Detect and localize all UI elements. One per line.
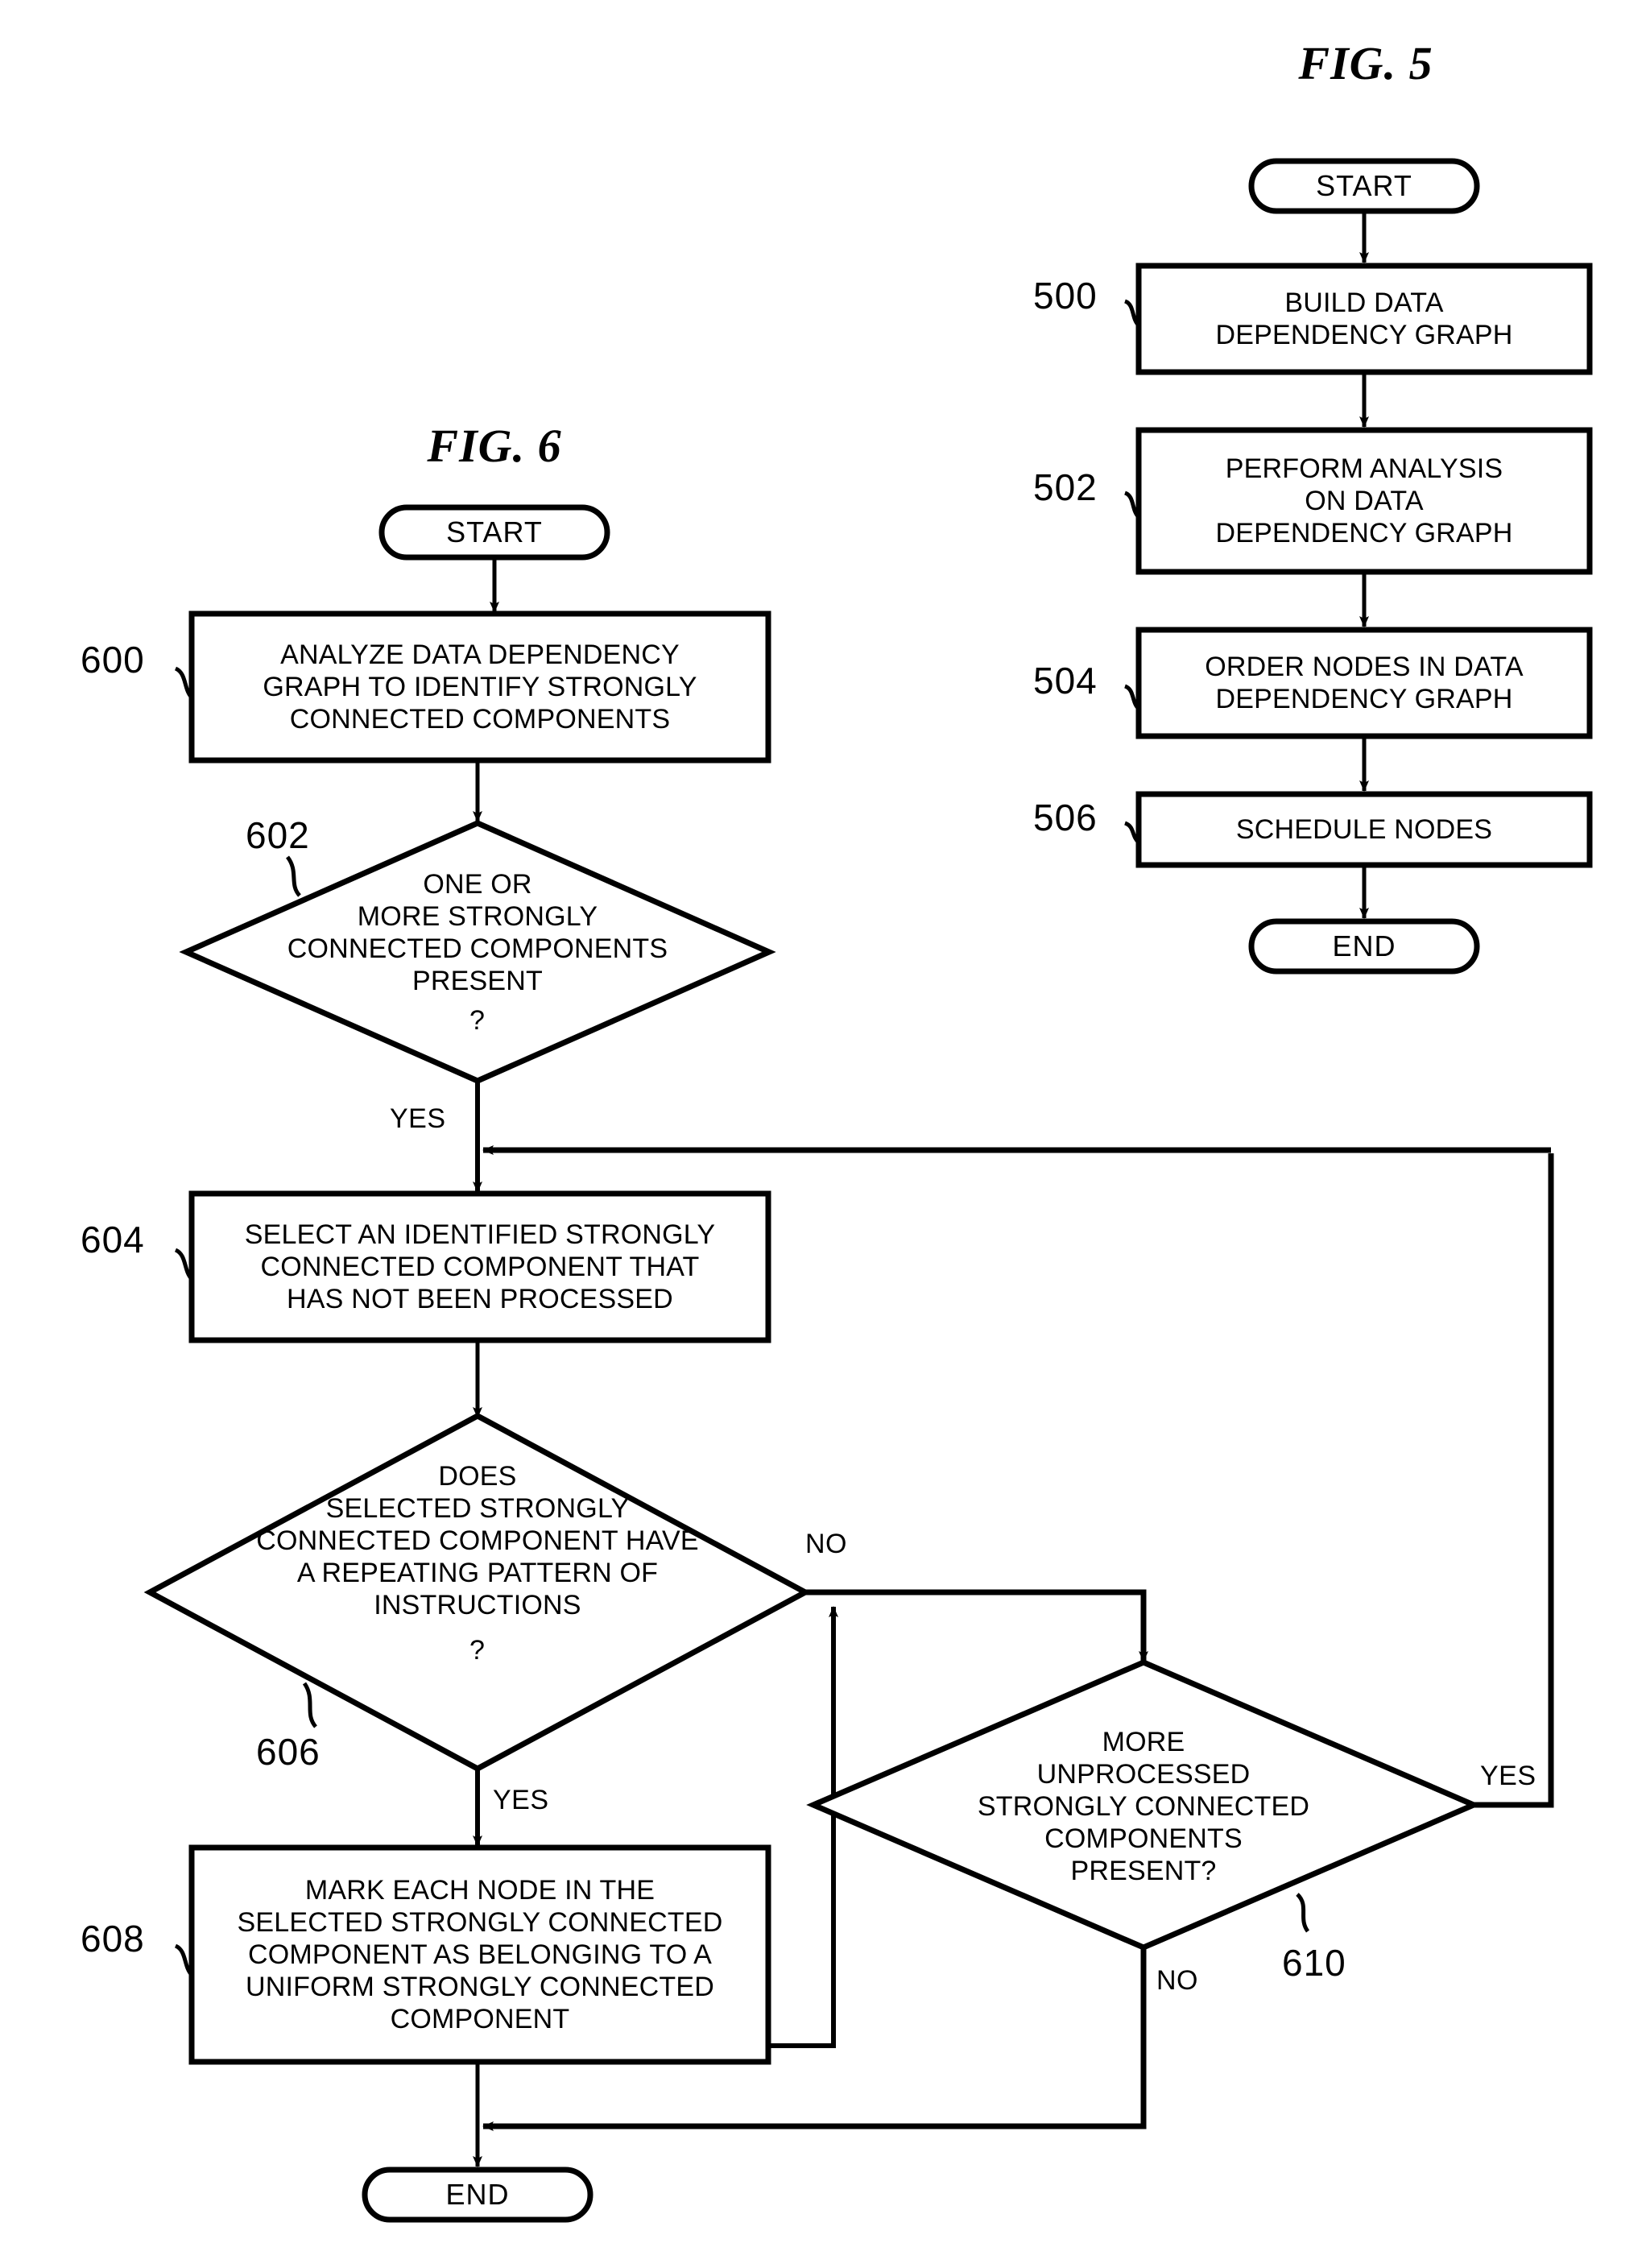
fig6-ref-602: 602 bbox=[246, 814, 310, 856]
fig6-ref-608: 608 bbox=[81, 1918, 145, 1960]
fig6-step-600-box bbox=[188, 610, 771, 764]
fig6-title: FIG. 6 bbox=[427, 420, 562, 472]
fig6-edge-label-606-no: NO bbox=[805, 1529, 847, 1559]
fig5-step-500-label: BUILD DATA DEPENDENCY GRAPH bbox=[1215, 288, 1513, 350]
fig6-decision-602-label: ONE OR MORE STRONGLY CONNECTED COMPONENT… bbox=[287, 869, 668, 996]
fig5-ref-502: 502 bbox=[1033, 466, 1098, 508]
fig6-step-604-box bbox=[188, 1190, 771, 1343]
fig6-decision-606-question-mark: ? bbox=[469, 1635, 485, 1666]
fig5-start-label: START bbox=[1316, 169, 1412, 202]
fig5-step-502-box bbox=[1135, 427, 1593, 575]
fig6-step-600-label: ANALYZE DATA DEPENDENCY GRAPH TO IDENTIF… bbox=[263, 639, 697, 735]
fig6-decision-610-diamond bbox=[806, 1659, 1481, 1951]
fig5-step-506-box bbox=[1135, 791, 1593, 868]
fig5-step-502-label: PERFORM ANALYSIS ON DATA DEPENDENCY GRAP… bbox=[1215, 453, 1513, 548]
fig6-decision-606-diamond bbox=[143, 1413, 812, 1772]
fig6-decision-602-diamond bbox=[179, 820, 776, 1084]
fig6-edge-label-602-yes: YES bbox=[390, 1103, 446, 1134]
fig6-step-608-label: MARK EACH NODE IN THE SELECTED STRONGLY … bbox=[237, 1875, 723, 2034]
fig5-ref-500: 500 bbox=[1033, 275, 1098, 317]
fig6-edge-label-606-yes: YES bbox=[493, 1785, 549, 1815]
fig5-step-500-box bbox=[1135, 263, 1593, 375]
fig6-start-label: START bbox=[446, 515, 543, 548]
fig6-ref-600: 600 bbox=[81, 639, 145, 681]
fig5-step-504-label: ORDER NODES IN DATA DEPENDENCY GRAPH bbox=[1205, 652, 1524, 714]
fig6-step-604-label: SELECT AN IDENTIFIED STRONGLY CONNECTED … bbox=[244, 1219, 716, 1314]
fig6-ref-610: 610 bbox=[1282, 1942, 1346, 1984]
fig6-decision-606-label: DOES SELECTED STRONGLY CONNECTED COMPONE… bbox=[256, 1460, 699, 1620]
fig5-ref-504: 504 bbox=[1033, 660, 1098, 702]
patent-drawing-sheet: FIG. 5 START 500 BUILD DATA DEPENDENCY G… bbox=[0, 0, 1646, 2268]
fig6-edge-label-610-no: NO bbox=[1156, 1965, 1198, 1996]
fig6-decision-610-label: MORE UNPROCESSED STRONGLY CONNECTED COMP… bbox=[977, 1726, 1310, 1886]
fig5-step-506-label: SCHEDULE NODES bbox=[1235, 814, 1493, 845]
fig6-decision-602-question-mark: ? bbox=[469, 1005, 485, 1036]
fig5-end-label: END bbox=[1332, 929, 1396, 962]
flowchart-vector-layer bbox=[143, 158, 1593, 2223]
fig6-end-label: END bbox=[445, 2178, 510, 2211]
fig5-title: FIG. 5 bbox=[1298, 37, 1433, 89]
fig6-edge-label-610-yes: YES bbox=[1480, 1761, 1536, 1791]
fig6-ref-606: 606 bbox=[256, 1731, 321, 1773]
fig5-step-504-box bbox=[1135, 627, 1593, 739]
fig6-ref-604: 604 bbox=[81, 1219, 145, 1260]
fig6-step-608-box bbox=[188, 1844, 771, 2065]
fig5-ref-506: 506 bbox=[1033, 797, 1098, 838]
